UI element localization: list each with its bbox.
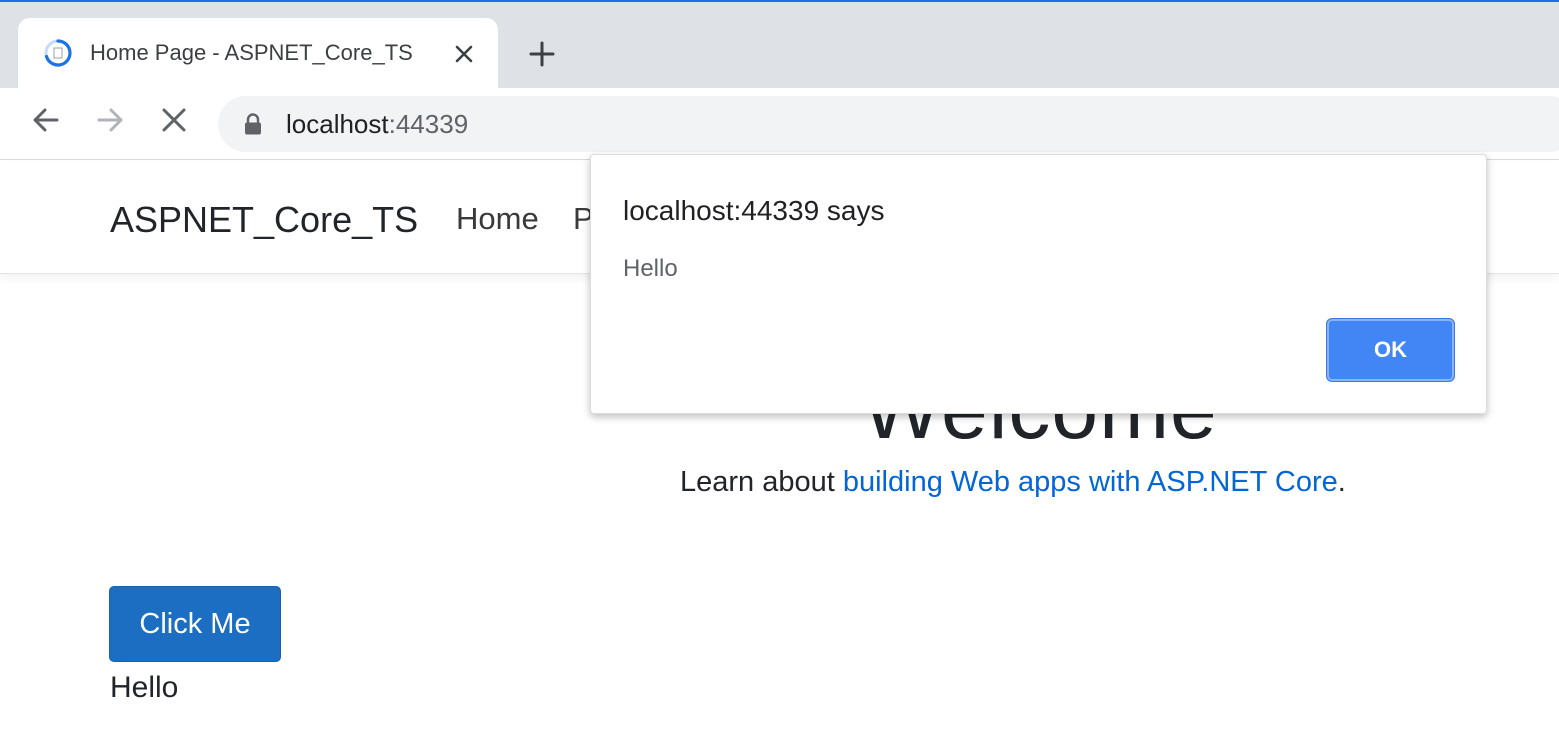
output-text: Hello — [110, 671, 179, 704]
forward-button[interactable] — [92, 104, 128, 140]
alert-dialog: localhost:44339 says Hello OK — [590, 154, 1487, 414]
new-tab-button[interactable] — [524, 38, 560, 74]
forward-arrow-icon — [94, 104, 126, 141]
dialog-title: localhost:44339 says — [623, 195, 885, 226]
lock-icon — [244, 113, 262, 135]
url-port: :44339 — [388, 109, 469, 139]
plus-icon — [529, 41, 555, 72]
stop-loading-icon — [160, 106, 188, 139]
docs-link[interactable]: building Web apps with ASP.NET Core — [843, 466, 1338, 498]
tab-home-page[interactable]: Home Page - ASPNET_Core_TS — [18, 18, 498, 88]
back-button[interactable] — [28, 104, 64, 140]
learn-paragraph: Learn about building Web apps with ASP.N… — [680, 466, 1346, 499]
url-host: localhost — [286, 109, 389, 139]
url-text: localhost:44339 — [286, 109, 468, 140]
loading-spinner-icon — [42, 37, 74, 69]
nav-link-home[interactable]: Home — [456, 201, 539, 237]
learn-prefix: Learn about — [680, 466, 843, 498]
browser-window: Home Page - ASPNET_Core_TS localhost:443… — [0, 0, 1559, 736]
ok-button[interactable]: OK — [1326, 318, 1455, 382]
back-arrow-icon — [30, 104, 62, 141]
tab-title: Home Page - ASPNET_Core_TS — [90, 40, 413, 65]
browser-toolbar: localhost:44339 — [0, 88, 1559, 160]
tab-strip: Home Page - ASPNET_Core_TS — [0, 2, 1559, 88]
stop-button[interactable] — [156, 104, 192, 140]
dialog-message: Hello — [623, 255, 678, 282]
close-icon[interactable] — [450, 40, 478, 68]
address-bar[interactable]: localhost:44339 — [218, 96, 1559, 152]
learn-suffix: . — [1337, 466, 1346, 498]
site-brand[interactable]: ASPNET_Core_TS — [110, 199, 418, 241]
click-me-button[interactable]: Click Me — [109, 586, 281, 662]
